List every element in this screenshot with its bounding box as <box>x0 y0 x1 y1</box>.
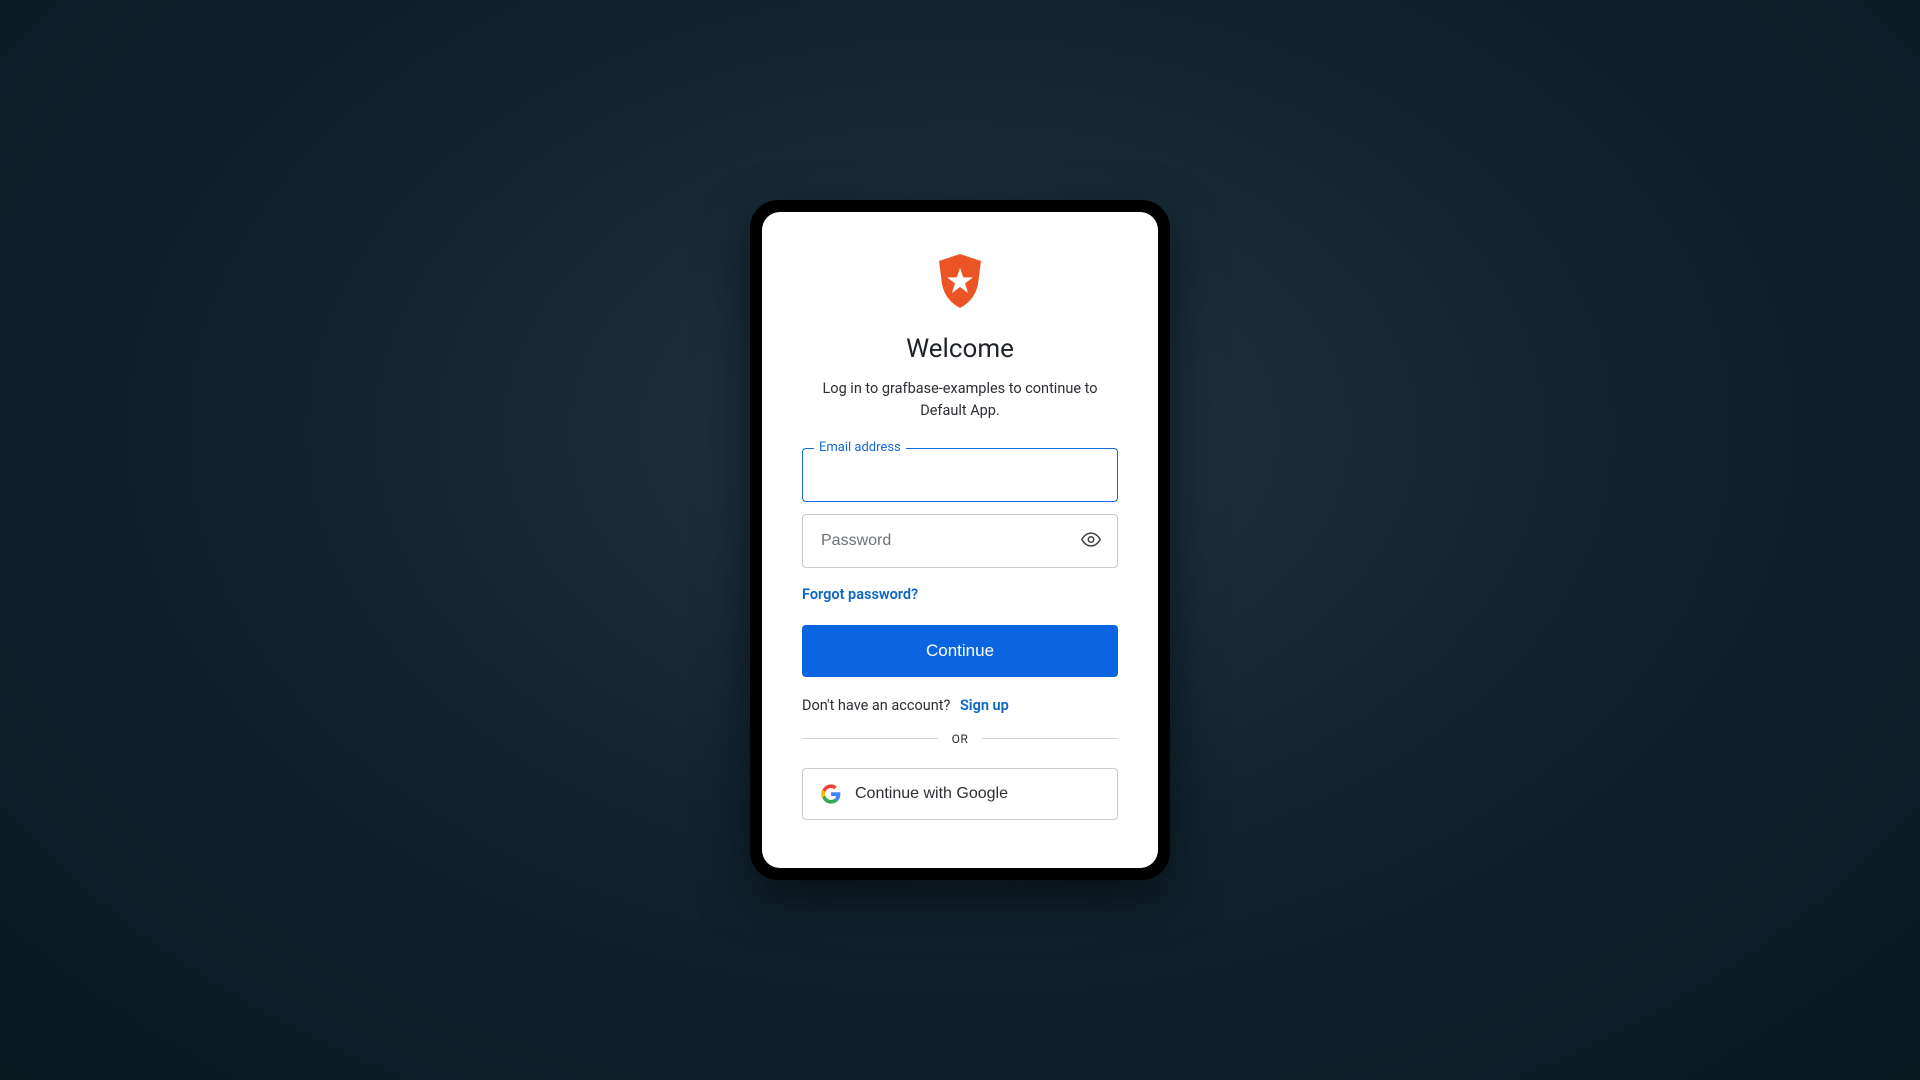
google-icon <box>821 784 841 804</box>
email-field[interactable] <box>802 448 1118 502</box>
page-title: Welcome <box>906 334 1014 364</box>
device-frame: Welcome Log in to grafbase-examples to c… <box>750 200 1170 880</box>
signup-link[interactable]: Sign up <box>960 697 1009 714</box>
continue-with-google-button[interactable]: Continue with Google <box>802 768 1118 820</box>
auth0-logo <box>935 254 985 312</box>
google-button-label: Continue with Google <box>855 785 1008 803</box>
forgot-password-link[interactable]: Forgot password? <box>802 586 1118 603</box>
email-label: Email address <box>814 440 906 455</box>
password-field-wrap <box>802 514 1118 568</box>
signup-row: Don't have an account? Sign up <box>802 697 1118 714</box>
email-field-wrap: Email address <box>802 448 1118 502</box>
divider: OR <box>802 732 1118 746</box>
signup-prompt: Don't have an account? <box>802 697 950 714</box>
login-screen: Welcome Log in to grafbase-examples to c… <box>762 212 1158 868</box>
page-subtitle: Log in to grafbase-examples to continue … <box>810 378 1110 422</box>
continue-button[interactable]: Continue <box>802 625 1118 677</box>
eye-icon <box>1080 528 1102 550</box>
toggle-password-visibility-button[interactable] <box>1076 524 1106 557</box>
divider-label: OR <box>952 732 969 746</box>
password-field[interactable] <box>802 514 1118 568</box>
